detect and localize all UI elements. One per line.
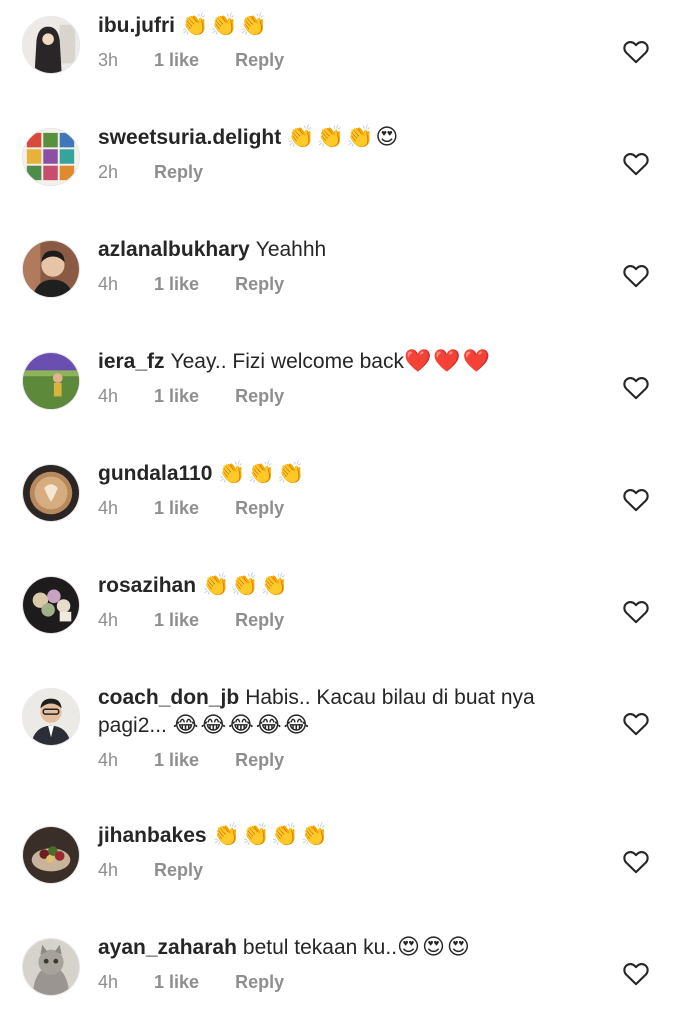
comment-body: rosazihan 👏👏👏 4h 1 like Reply <box>98 572 603 631</box>
heart-outline-icon[interactable] <box>622 38 650 64</box>
heart-outline-icon[interactable] <box>622 262 650 288</box>
comment-text: ibu.jufri 👏👏👏 <box>98 12 603 40</box>
comment-body: jihanbakes 👏👏👏👏 4h Reply <box>98 822 603 881</box>
emoji: 👏👏👏 <box>218 461 307 486</box>
comment-text: rosazihan 👏👏👏 <box>98 572 603 600</box>
reply-button[interactable]: Reply <box>154 860 203 880</box>
comment-body: iera_fz Yeay.. Fizi welcome back❤️❤️❤️ 4h… <box>98 348 603 407</box>
timestamp: 4h <box>98 750 119 770</box>
username[interactable]: ayan_zaharah <box>98 936 237 959</box>
emoji: 😍😍😍 <box>397 935 472 960</box>
likes-count[interactable]: 1 like <box>154 274 199 294</box>
reply-button[interactable]: Reply <box>235 972 284 992</box>
avatar[interactable] <box>22 464 80 522</box>
avatar[interactable] <box>22 128 80 186</box>
reply-button[interactable]: Reply <box>154 162 203 182</box>
comment-meta: 4h 1 like Reply <box>98 971 603 993</box>
comment-text: azlanalbukhary Yeahhh <box>98 236 603 264</box>
avatar[interactable] <box>22 16 80 74</box>
emoji: 👏👏👏 <box>181 13 270 38</box>
comment-body: ayan_zaharah betul tekaan ku..😍😍😍 4h 1 lik… <box>98 934 603 993</box>
emoji: 👏👏👏😍 <box>287 125 401 150</box>
username[interactable]: sweetsuria.delight <box>98 126 281 149</box>
comment-meta: 2h Reply <box>98 161 603 183</box>
emoji: ❤️❤️❤️ <box>403 349 493 374</box>
comment-meta: 3h 1 like Reply <box>98 49 603 71</box>
comment-list: ibu.jufri 👏👏👏 3h 1 like Reply sweetsuria… <box>0 0 688 1024</box>
comment-text: jihanbakes 👏👏👏👏 <box>98 822 603 850</box>
likes-count[interactable]: 1 like <box>154 610 199 630</box>
comment-text: iera_fz Yeay.. Fizi welcome back❤️❤️❤️ <box>98 348 603 376</box>
timestamp: 4h <box>98 860 119 880</box>
heart-outline-icon[interactable] <box>622 374 650 400</box>
avatar[interactable] <box>22 352 80 410</box>
timestamp: 4h <box>98 386 119 406</box>
comment-meta: 4h 1 like Reply <box>98 385 603 407</box>
reply-button[interactable]: Reply <box>235 750 284 770</box>
emoji: 😂😂😂😂😂 <box>172 713 312 738</box>
comment-body: ibu.jufri 👏👏👏 3h 1 like Reply <box>98 12 603 71</box>
comment-text: gundala110 👏👏👏 <box>98 460 603 488</box>
timestamp: 4h <box>98 972 119 992</box>
emoji: 👏👏👏 <box>202 573 291 598</box>
comment-meta: 4h 1 like Reply <box>98 497 603 519</box>
username[interactable]: azlanalbukhary <box>98 238 250 261</box>
comment-body: gundala110 👏👏👏 4h 1 like Reply <box>98 460 603 519</box>
username[interactable]: coach_don_jb <box>98 686 239 709</box>
username[interactable]: rosazihan <box>98 574 196 597</box>
reply-button[interactable]: Reply <box>235 610 284 630</box>
username[interactable]: ibu.jufri <box>98 14 175 37</box>
comment-text: sweetsuria.delight 👏👏👏😍 <box>98 124 603 152</box>
comment-text: ayan_zaharah betul tekaan ku..😍😍😍 <box>98 934 603 962</box>
likes-count[interactable]: 1 like <box>154 972 199 992</box>
comment-meta: 4h 1 like Reply <box>98 273 603 295</box>
comment-message: Yeahhh <box>255 238 327 261</box>
comment-body: azlanalbukhary Yeahhh 4h 1 like Reply <box>98 236 603 295</box>
avatar[interactable] <box>22 938 80 996</box>
heart-outline-icon[interactable] <box>622 150 650 176</box>
likes-count[interactable]: 1 like <box>154 498 199 518</box>
timestamp: 3h <box>98 50 119 70</box>
heart-outline-icon[interactable] <box>622 598 650 624</box>
reply-button[interactable]: Reply <box>235 498 284 518</box>
avatar[interactable] <box>22 240 80 298</box>
reply-button[interactable]: Reply <box>235 50 284 70</box>
username[interactable]: gundala110 <box>98 462 212 485</box>
avatar[interactable] <box>22 688 80 746</box>
username[interactable]: jihanbakes <box>98 824 207 847</box>
timestamp: 4h <box>98 610 119 630</box>
reply-button[interactable]: Reply <box>235 274 284 294</box>
heart-outline-icon[interactable] <box>622 710 650 736</box>
likes-count[interactable]: 1 like <box>154 750 199 770</box>
comment-body: sweetsuria.delight 👏👏👏😍 2h Reply <box>98 124 603 183</box>
username[interactable]: iera_fz <box>98 350 165 373</box>
avatar[interactable] <box>22 576 80 634</box>
reply-button[interactable]: Reply <box>235 386 284 406</box>
comment-message: betul tekaan ku.. <box>242 936 398 959</box>
comment-meta: 4h 1 like Reply <box>98 609 603 631</box>
comment-text: coach_don_jb Habis.. Kacau bilau di buat … <box>98 684 603 740</box>
likes-count[interactable]: 1 like <box>154 50 199 70</box>
timestamp: 4h <box>98 498 119 518</box>
avatar[interactable] <box>22 826 80 884</box>
comment-message: Yeay.. Fizi welcome back <box>170 350 404 373</box>
heart-outline-icon[interactable] <box>622 848 650 874</box>
heart-outline-icon[interactable] <box>622 960 650 986</box>
timestamp: 2h <box>98 162 119 182</box>
comment-meta: 4h Reply <box>98 859 603 881</box>
heart-outline-icon[interactable] <box>622 486 650 512</box>
likes-count[interactable]: 1 like <box>154 386 199 406</box>
comment-body: coach_don_jb Habis.. Kacau bilau di buat … <box>98 684 603 771</box>
emoji: 👏👏👏👏 <box>212 823 331 848</box>
timestamp: 4h <box>98 274 119 294</box>
comment-meta: 4h 1 like Reply <box>98 749 603 771</box>
